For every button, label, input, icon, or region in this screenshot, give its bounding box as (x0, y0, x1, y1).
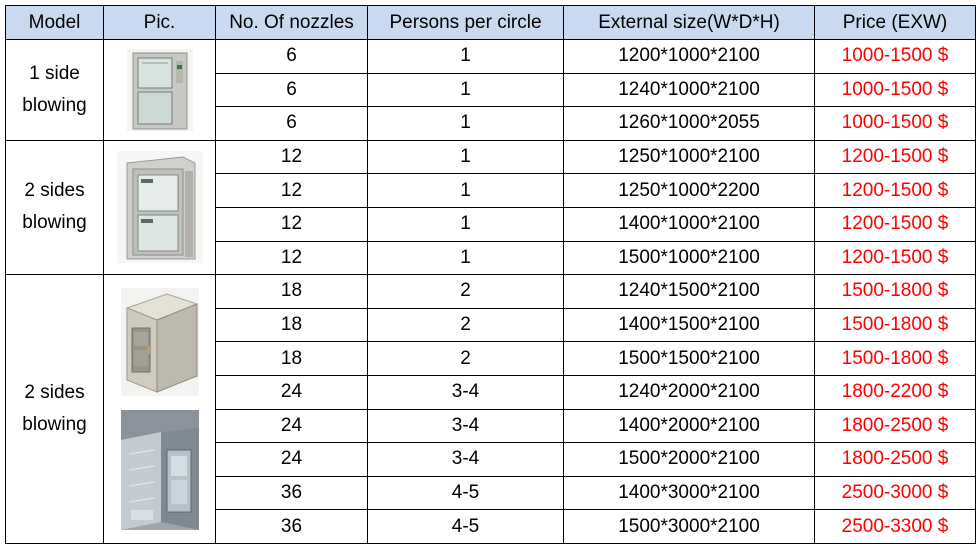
size-cell: 1240*1000*2100 (563, 72, 815, 108)
nozzles-cell: 24 (215, 408, 368, 444)
header-pic: Pic. (103, 5, 216, 40)
price-cell: 1000-1500 $ (814, 72, 976, 108)
size-cell: 1500*1000*2100 (563, 240, 815, 276)
size-cell: 1260*1000*2055 (563, 106, 815, 141)
size-cell: 1240*2000*2100 (563, 374, 815, 410)
price-cell: 1500-1800 $ (814, 274, 976, 309)
persons-cell: 4-5 (367, 475, 564, 511)
nozzles-cell: 6 (215, 39, 368, 74)
persons-cell: 3-4 (367, 374, 564, 410)
header-size: External size(W*D*H) (563, 5, 815, 40)
price-cell: 2500-3300 $ (814, 509, 976, 544)
nozzles-cell: 12 (215, 240, 368, 276)
price-cell: 1500-1800 $ (814, 341, 976, 376)
persons-cell: 1 (367, 206, 564, 242)
persons-cell: 1 (367, 72, 564, 108)
model-cell: 1 side blowing (5, 39, 104, 141)
persons-cell: 1 (367, 240, 564, 276)
price-cell: 1800-2500 $ (814, 408, 976, 444)
price-cell: 1500-1800 $ (814, 307, 976, 343)
header-model: Model (5, 5, 104, 40)
header-persons: Persons per circle (367, 5, 564, 40)
price-cell: 1200-1500 $ (814, 173, 976, 208)
size-cell: 1400*1000*2100 (563, 206, 815, 242)
price-cell: 1200-1500 $ (814, 206, 976, 242)
persons-cell: 1 (367, 39, 564, 74)
model-cell: 2 sides blowing (5, 139, 104, 276)
persons-cell: 4-5 (367, 509, 564, 544)
nozzles-cell: 6 (215, 106, 368, 141)
price-cell: 1200-1500 $ (814, 139, 976, 175)
persons-cell: 2 (367, 341, 564, 376)
nozzles-cell: 18 (215, 307, 368, 343)
persons-cell: 1 (367, 106, 564, 141)
persons-cell: 1 (367, 173, 564, 208)
header-nozzles: No. Of nozzles (215, 5, 368, 40)
pic-cell (103, 39, 216, 141)
table-row: 1 side blowing 6 1 1200*1000*2100 1000-1… (5, 39, 976, 141)
header-price: Price (EXW) (814, 5, 976, 40)
table-row: 2 sides blowing 12 1 1250*1000*2100 1200… (5, 139, 976, 276)
size-cell: 1240*1500*2100 (563, 274, 815, 309)
persons-cell: 2 (367, 307, 564, 343)
size-cell: 1250*1000*2200 (563, 173, 815, 208)
air-shower-2-sides-photo (116, 151, 203, 264)
pic-cell (103, 139, 216, 276)
nozzles-cell: 36 (215, 475, 368, 511)
price-cell: 1200-1500 $ (814, 240, 976, 276)
size-cell: 1500*3000*2100 (563, 509, 815, 544)
nozzles-cell: 12 (215, 173, 368, 208)
size-cell: 1200*1000*2100 (563, 39, 815, 74)
nozzles-cell: 12 (215, 139, 368, 175)
persons-cell: 2 (367, 274, 564, 309)
nozzles-cell: 6 (215, 72, 368, 108)
size-cell: 1400*1500*2100 (563, 307, 815, 343)
header-row: Model Pic. No. Of nozzles Persons per ci… (5, 5, 976, 40)
persons-cell: 3-4 (367, 442, 564, 477)
price-cell: 2500-3000 $ (814, 475, 976, 511)
nozzles-cell: 18 (215, 341, 368, 376)
pic-cell (103, 274, 216, 544)
price-cell: 1800-2500 $ (814, 442, 976, 477)
persons-cell: 1 (367, 139, 564, 175)
size-cell: 1400*3000*2100 (563, 475, 815, 511)
price-cell: 1800-2200 $ (814, 374, 976, 410)
price-cell: 1000-1500 $ (814, 106, 976, 141)
nozzles-cell: 24 (215, 374, 368, 410)
air-shower-price-table: Model Pic. No. Of nozzles Persons per ci… (5, 5, 976, 544)
nozzles-cell: 24 (215, 442, 368, 477)
nozzles-cell: 12 (215, 206, 368, 242)
nozzles-cell: 36 (215, 509, 368, 544)
air-shower-tunnel-photo (120, 410, 199, 531)
nozzles-cell: 18 (215, 274, 368, 309)
table-row: 2 sides blowing 18 2 1240*1500*2100 1500… (5, 274, 976, 544)
air-shower-cabinet-photo (120, 288, 199, 397)
persons-cell: 3-4 (367, 408, 564, 444)
size-cell: 1400*2000*2100 (563, 408, 815, 444)
model-cell: 2 sides blowing (5, 274, 104, 544)
size-cell: 1500*1500*2100 (563, 341, 815, 376)
air-shower-1-side-photo (126, 48, 193, 131)
size-cell: 1250*1000*2100 (563, 139, 815, 175)
size-cell: 1500*2000*2100 (563, 442, 815, 477)
price-cell: 1000-1500 $ (814, 39, 976, 74)
